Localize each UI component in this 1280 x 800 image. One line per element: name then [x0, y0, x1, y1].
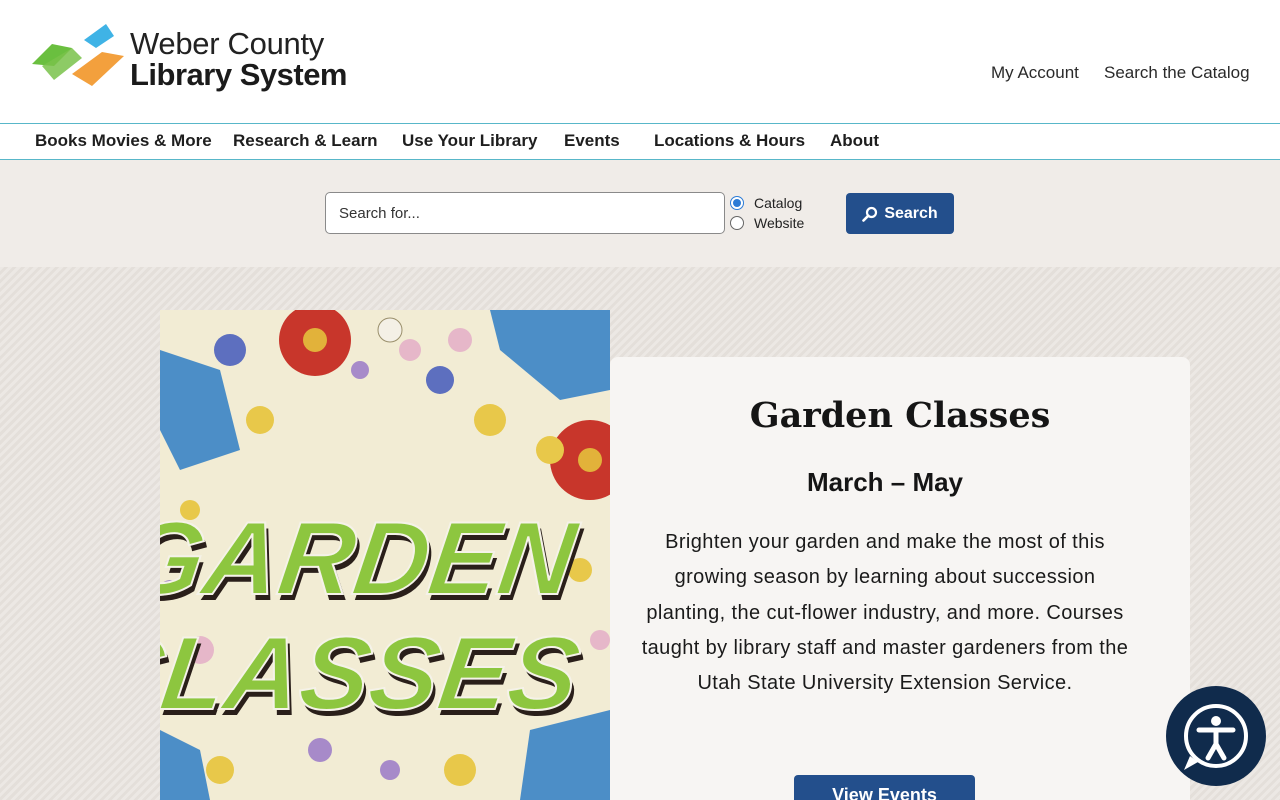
radio-website[interactable]: Website [730, 214, 804, 232]
my-account-link[interactable]: My Account [991, 63, 1079, 83]
logo-line-2: Library System [130, 57, 348, 92]
search-button[interactable]: Search [846, 193, 954, 234]
garden-classes-poster: GARDEN GARDEN CLASSES CLASSES [160, 310, 610, 800]
search-band: Catalog Website Search [0, 160, 1280, 267]
view-events-button[interactable]: View Events [794, 775, 975, 800]
svg-text:CLASSES: CLASSES [160, 615, 587, 731]
svg-text:GARDEN: GARDEN [160, 500, 585, 616]
nav-research-learn[interactable]: Research & Learn [233, 131, 378, 151]
radio-website-label: Website [754, 215, 805, 231]
event-dates: March – May [806, 467, 964, 497]
magnifier-icon [862, 206, 878, 222]
event-card: Garden Classes March – May Brighten your… [610, 357, 1190, 800]
site-header: Weber County Library System My Account S… [0, 0, 1280, 124]
site-logo[interactable]: Weber County Library System [32, 22, 348, 94]
nav-books-movies[interactable]: Books Movies & More [35, 131, 212, 151]
logo-mark-icon [32, 24, 124, 86]
radio-catalog[interactable]: Catalog [730, 194, 802, 212]
accessibility-icon [1184, 704, 1248, 770]
poster-artwork: GARDEN GARDEN CLASSES CLASSES [160, 310, 610, 800]
search-button-label: Search [884, 204, 938, 222]
radio-catalog-label: Catalog [754, 195, 803, 211]
nav-about[interactable]: About [830, 131, 879, 151]
nav-events[interactable]: Events [564, 131, 620, 151]
search-catalog-link[interactable]: Search the Catalog [1104, 63, 1250, 83]
search-input[interactable] [325, 192, 725, 234]
nav-locations-hours[interactable]: Locations & Hours [654, 131, 805, 151]
hero-section: GARDEN GARDEN CLASSES CLASSES Garden Cla… [0, 267, 1280, 800]
event-title: Garden Classes [749, 395, 1051, 436]
accessibility-button[interactable] [1166, 686, 1266, 786]
radio-website-button[interactable] [730, 216, 744, 230]
nav-use-your-library[interactable]: Use Your Library [402, 131, 537, 151]
radio-catalog-button[interactable] [730, 196, 744, 210]
event-description: Brighten your garden and make the most o… [641, 531, 1129, 695]
main-nav: Books Movies & More Research & Learn Use… [0, 123, 1280, 160]
